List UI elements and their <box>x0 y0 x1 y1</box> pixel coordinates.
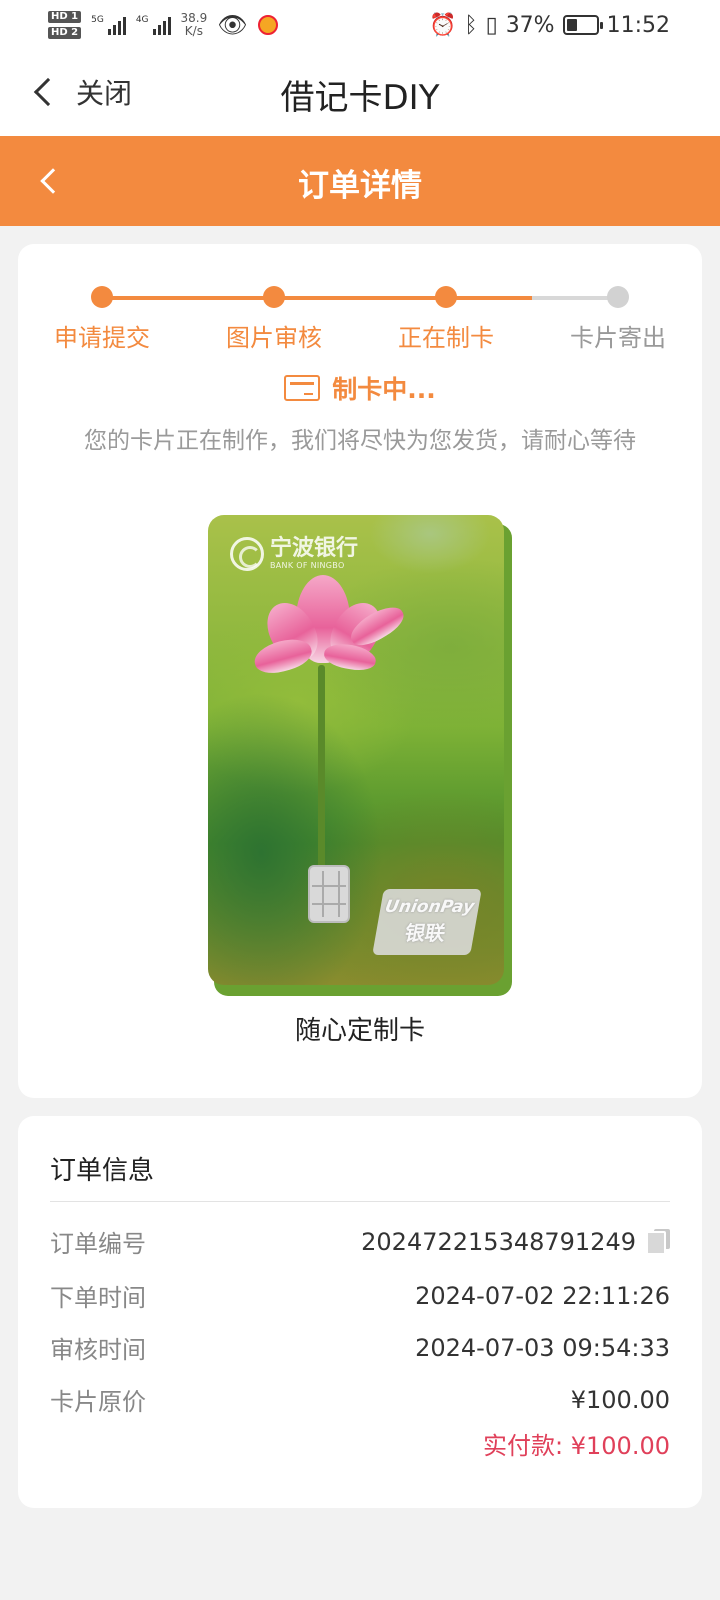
page-title: 借记卡DIY <box>280 78 440 118</box>
battery-percent: 37% <box>505 12 555 38</box>
copy-icon[interactable] <box>646 1228 670 1255</box>
order-info-title: 订单信息 <box>50 1156 155 1186</box>
hd1-badge: HD 1 <box>48 11 82 23</box>
battery-fill <box>566 19 577 31</box>
review-time-value: 2024-07-03 09:54:33 <box>415 1333 670 1362</box>
review-time-label: 审核时间 <box>50 1336 146 1364</box>
status-text: 制卡中... <box>332 375 436 404</box>
order-number-value: 202472215348791249 <box>361 1227 636 1256</box>
original-price-label: 卡片原价 <box>50 1388 146 1416</box>
step-dot <box>91 286 113 308</box>
weibo-icon <box>257 15 278 35</box>
step-label: 申请提交 <box>54 324 150 352</box>
hd-badges: HD 1 HD 2 <box>48 11 82 39</box>
original-price-row: 卡片原价 ¥100.00 <box>50 1382 670 1417</box>
order-time-row: 下单时间 2024-07-02 22:11:26 <box>50 1278 670 1313</box>
status-bar-left: HD 1 HD 2 5G 4G 38.9 K/s 👁 <box>48 11 278 39</box>
order-header: 订单详情 <box>0 136 720 226</box>
step-dot <box>435 286 457 308</box>
order-number-row: 订单编号 202472215348791249 <box>50 1224 670 1259</box>
bank-name-cn: 宁波银行 <box>270 536 359 561</box>
clock: 11:52 <box>606 12 670 38</box>
top-navbar: 关闭 借记卡DIY <box>0 50 720 136</box>
status-bar-right: ⏰ ᛒ ▯ 37% 11:52 <box>429 13 670 38</box>
step-label: 正在制卡 <box>398 324 494 352</box>
progress-track <box>102 296 618 300</box>
chip-icon <box>308 865 350 923</box>
bank-name: 宁波银行 BANK OF NINGBO <box>270 537 358 571</box>
review-time-row: 审核时间 2024-07-03 09:54:33 <box>50 1330 670 1365</box>
unionpay-logo: UnionPay 银联 <box>372 889 482 955</box>
bank-logo: 宁波银行 BANK OF NINGBO <box>230 537 358 571</box>
vibrate-icon: ▯ <box>485 12 498 38</box>
paid-amount: 实付款: ¥100.00 <box>483 1432 670 1460</box>
order-time-label: 下单时间 <box>50 1284 146 1312</box>
eye-icon: 👁 <box>217 11 248 39</box>
bank-card-image: 宁波银行 BANK OF NINGBO UnionPay 银联 <box>208 515 504 985</box>
step-label: 图片审核 <box>226 324 322 352</box>
status-row: 制卡中... <box>18 370 702 406</box>
step-label: 卡片寄出 <box>570 324 666 352</box>
alarm-icon: ⏰ <box>428 12 457 38</box>
unionpay-cn: 银联 <box>402 921 448 945</box>
step-dot <box>263 286 285 308</box>
order-number-label: 订单编号 <box>50 1230 146 1258</box>
divider <box>50 1201 670 1202</box>
order-number-value-group: 202472215348791249 <box>361 1228 670 1256</box>
bank-logo-mark-icon <box>230 537 264 571</box>
bluetooth-icon: ᛒ <box>464 12 478 38</box>
card-icon <box>284 375 321 401</box>
card-name: 随心定制卡 <box>294 1016 425 1046</box>
signal-5g-icon: 5G <box>91 15 126 35</box>
progress-track-done <box>102 296 532 300</box>
battery-icon <box>562 15 603 35</box>
speed-unit: K/s <box>184 24 203 38</box>
order-info-card: 订单信息 订单编号 202472215348791249 下单时间 2024-0… <box>18 1116 702 1508</box>
unionpay-en: UnionPay <box>383 897 476 917</box>
original-price-value: ¥100.00 <box>570 1385 670 1414</box>
net1-label: 5G <box>91 15 104 25</box>
net2-label: 4G <box>135 15 149 25</box>
progress-card: 申请提交 图片审核 正在制卡 卡片寄出 制卡中... 您的卡片正在制作，我们将尽快为您… <box>18 244 702 1098</box>
hd2-badge: HD 2 <box>48 27 82 39</box>
status-bar: HD 1 HD 2 5G 4G 38.9 K/s 👁 ⏰ ᛒ ▯ 37% 11:… <box>0 0 720 50</box>
signal-4g-icon: 4G <box>136 15 171 35</box>
bank-name-en: BANK OF NINGBO <box>270 561 345 570</box>
order-header-title: 订单详情 <box>298 168 422 204</box>
order-time-value: 2024-07-02 22:11:26 <box>415 1281 670 1310</box>
step-dot <box>607 286 629 308</box>
status-description: 您的卡片正在制作，我们将尽快为您发货，请耐心等待 <box>84 428 636 454</box>
network-speed: 38.9 K/s <box>181 12 208 38</box>
